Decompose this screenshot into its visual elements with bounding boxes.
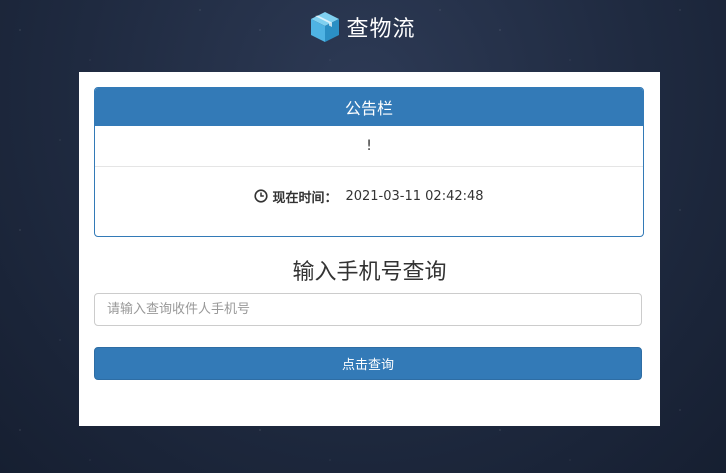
notice-panel: 公告栏 ! 现在时间： 2021-03-11 02:42:48 bbox=[94, 87, 644, 237]
main-card: 公告栏 ! 现在时间： 2021-03-11 02:42:48 输入手机号查询 … bbox=[79, 72, 660, 426]
query-title: 输入手机号查询 bbox=[292, 260, 447, 285]
clock-icon bbox=[254, 189, 269, 203]
phone-search-input[interactable] bbox=[94, 293, 642, 326]
panel-heading: 公告栏 bbox=[95, 88, 643, 126]
brand-title: 查物流 bbox=[346, 17, 416, 42]
package-box-icon bbox=[310, 11, 340, 43]
site-header: 查物流 bbox=[0, 8, 726, 46]
query-button[interactable]: 点击查询 bbox=[94, 347, 642, 380]
current-time-row: 现在时间： 2021-03-11 02:42:48 bbox=[95, 167, 643, 225]
time-value: 2021-03-11 02:42:48 bbox=[345, 188, 484, 204]
time-label: 现在时间： bbox=[272, 190, 338, 206]
notice-text: ! bbox=[95, 126, 643, 167]
